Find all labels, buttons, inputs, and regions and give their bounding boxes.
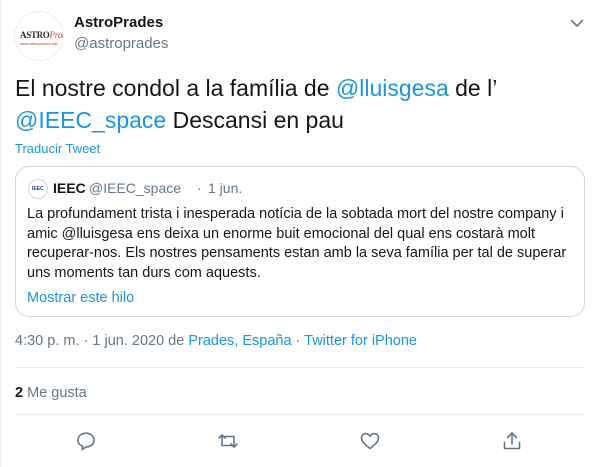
quoted-separator: · bbox=[197, 180, 202, 196]
mention-link[interactable]: @IEEC_space bbox=[15, 107, 166, 133]
tweet-date[interactable]: 1 jun. 2020 bbox=[92, 333, 164, 349]
tweet-text: El nostre condol a la família de @lluisg… bbox=[15, 72, 585, 136]
left-border bbox=[0, 0, 1, 467]
reply-icon[interactable] bbox=[75, 430, 97, 452]
tweet-card: ASTROPrades www.astroprades.cat AstroPra… bbox=[0, 0, 600, 467]
author-name[interactable]: AstroPrades bbox=[74, 14, 163, 31]
quoted-author-name[interactable]: IEEC bbox=[53, 180, 86, 196]
mention-link[interactable]: @lluisgesa bbox=[336, 75, 449, 101]
avatar-logo: ASTROPrades bbox=[20, 30, 63, 40]
translate-tweet-link[interactable]: Traducir Tweet bbox=[15, 141, 100, 156]
tweet-text-part: de l’ bbox=[448, 75, 497, 101]
meta-separator: · bbox=[79, 333, 93, 349]
quoted-tweet[interactable]: IEEC IEEC @IEEC_space · 1 jun. La profun… bbox=[15, 166, 585, 317]
divider bbox=[15, 367, 585, 368]
author-avatar[interactable]: ASTROPrades www.astroprades.cat bbox=[14, 11, 64, 61]
show-thread-link[interactable]: Mostrar este hilo bbox=[27, 290, 134, 306]
tweet-text-part: Descansi en pau bbox=[166, 107, 344, 133]
tweet-metadata: 4:30 p. m. · 1 jun. 2020 de Prades, Espa… bbox=[15, 333, 417, 349]
likes-count[interactable]: 2 Me gusta bbox=[15, 385, 87, 401]
divider bbox=[15, 414, 585, 415]
meta-text: de bbox=[164, 333, 189, 349]
avatar-logo-subtext: www.astroprades.cat bbox=[20, 41, 58, 46]
tweet-time[interactable]: 4:30 p. m. bbox=[15, 333, 79, 349]
source-link[interactable]: Twitter for iPhone bbox=[304, 333, 417, 349]
retweet-icon[interactable] bbox=[217, 430, 239, 452]
share-icon[interactable] bbox=[501, 430, 523, 452]
author-handle[interactable]: @astroprades bbox=[74, 35, 168, 52]
quoted-author-handle[interactable]: @IEEC_space bbox=[89, 180, 181, 196]
quoted-avatar[interactable]: IEEC bbox=[28, 179, 48, 199]
tweet-text-part: El nostre condol a la família de bbox=[15, 75, 336, 101]
likes-number: 2 bbox=[15, 385, 24, 401]
quoted-date[interactable]: 1 jun. bbox=[208, 180, 242, 196]
chevron-down-icon[interactable] bbox=[568, 14, 586, 32]
like-icon[interactable] bbox=[359, 430, 381, 452]
meta-separator: · bbox=[291, 333, 305, 349]
likes-label: Me gusta bbox=[23, 385, 87, 401]
location-link[interactable]: Prades, España bbox=[188, 333, 291, 349]
quoted-text: La profundament trista i inesperada notí… bbox=[27, 206, 567, 281]
